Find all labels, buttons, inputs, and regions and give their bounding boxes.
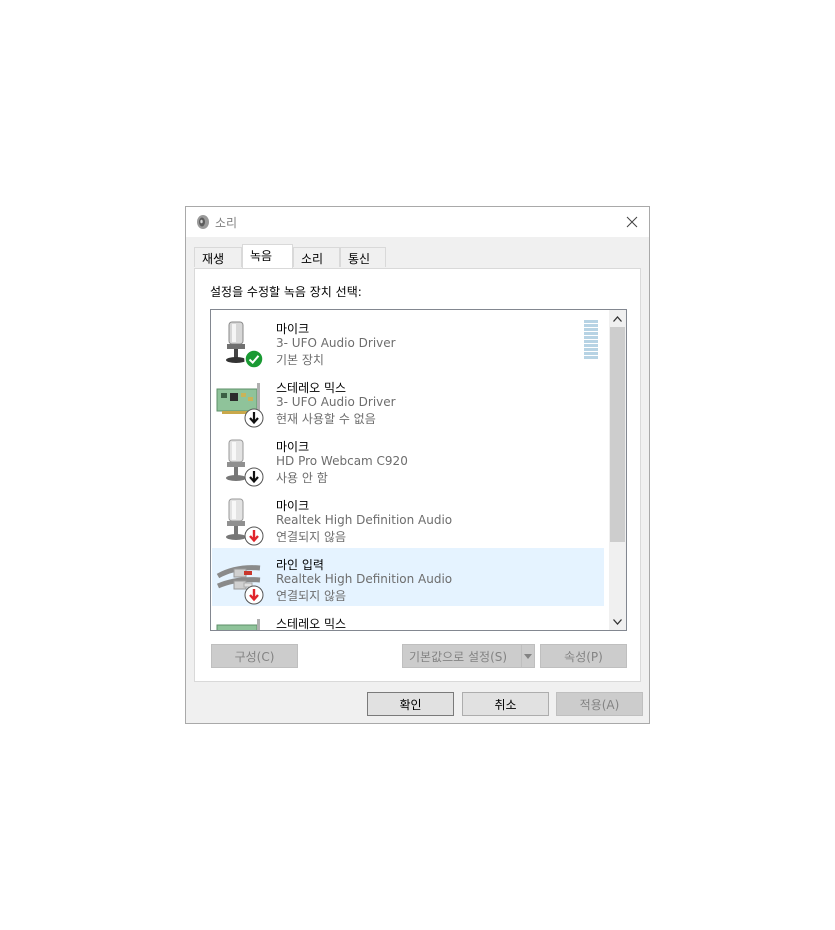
- chevron-up-icon: [613, 315, 622, 322]
- device-name: 스테레오 믹스: [276, 381, 347, 395]
- scroll-down-button[interactable]: [609, 613, 626, 630]
- device-name: 라인 입력: [276, 558, 324, 572]
- device-list[interactable]: 마이크 3- UFO Audio Driver 기본 장치 스테레오 믹스 3-…: [210, 309, 627, 631]
- list-item[interactable]: 마이크 Realtek High Definition Audio 연결되지 않…: [212, 489, 604, 547]
- device-status: 기본 장치: [276, 353, 324, 367]
- instruction-label: 설정을 수정할 녹음 장치 선택:: [210, 285, 362, 299]
- list-item[interactable]: 마이크 3- UFO Audio Driver 기본 장치: [212, 312, 604, 370]
- close-button[interactable]: [615, 207, 649, 237]
- recording-panel: 설정을 수정할 녹음 장치 선택: 마이크 3- UFO Audio Drive…: [194, 268, 641, 682]
- device-name: 마이크: [276, 322, 310, 336]
- device-driver: HD Pro Webcam C920: [276, 454, 408, 468]
- properties-button[interactable]: 속성(P): [540, 644, 627, 668]
- tab-communications[interactable]: 통신: [340, 247, 386, 267]
- device-status: 연결되지 않음: [276, 530, 347, 544]
- tab-playback[interactable]: 재생: [194, 247, 242, 267]
- device-status: 사용 안 함: [276, 471, 328, 485]
- configure-button[interactable]: 구성(C): [211, 644, 298, 668]
- close-icon: [626, 216, 638, 228]
- check-badge-icon: [244, 349, 264, 369]
- set-default-label: 기본값으로 설정(S): [409, 649, 508, 664]
- list-item[interactable]: 스테레오 믹스: [212, 607, 604, 631]
- list-item[interactable]: 마이크 HD Pro Webcam C920 사용 안 함: [212, 430, 604, 488]
- apply-button[interactable]: 적용(A): [556, 692, 643, 716]
- sound-card-icon: [216, 619, 260, 630]
- speaker-icon: [197, 215, 209, 229]
- list-item[interactable]: 스테레오 믹스 3- UFO Audio Driver 현재 사용할 수 없음: [212, 371, 604, 429]
- set-default-dropdown[interactable]: [521, 644, 535, 668]
- list-scrollbar[interactable]: [609, 310, 626, 630]
- sound-dialog: 소리 재생 녹음 소리 통신 설정을 수정할 녹음 장치 선택: 마이크 3- …: [185, 206, 650, 724]
- device-driver: 3- UFO Audio Driver: [276, 336, 396, 350]
- red-down-arrow-badge-icon: [244, 585, 264, 605]
- chevron-down-icon: [524, 653, 532, 659]
- device-driver: 3- UFO Audio Driver: [276, 395, 396, 409]
- device-name: 스테레오 믹스: [276, 617, 347, 631]
- ok-button[interactable]: 확인: [367, 692, 454, 716]
- title-bar[interactable]: 소리: [186, 207, 649, 237]
- level-meter: [584, 320, 598, 359]
- device-status: 연결되지 않음: [276, 589, 347, 603]
- cancel-button[interactable]: 취소: [462, 692, 549, 716]
- down-arrow-badge-icon: [244, 408, 264, 428]
- scroll-up-button[interactable]: [609, 310, 626, 327]
- list-item-selected[interactable]: 라인 입력 Realtek High Definition Audio 연결되지…: [212, 548, 604, 606]
- tab-recording[interactable]: 녹음: [242, 244, 293, 268]
- scroll-thumb[interactable]: [610, 327, 625, 542]
- chevron-down-icon: [613, 618, 622, 625]
- red-down-arrow-badge-icon: [244, 526, 264, 546]
- device-driver: Realtek High Definition Audio: [276, 513, 453, 527]
- device-status: 현재 사용할 수 없음: [276, 412, 376, 426]
- tab-sounds[interactable]: 소리: [293, 247, 340, 267]
- device-name: 마이크: [276, 440, 310, 454]
- set-default-button[interactable]: 기본값으로 설정(S): [402, 644, 522, 668]
- device-driver: Realtek High Definition Audio: [276, 572, 453, 586]
- down-arrow-badge-icon: [244, 467, 264, 487]
- window-title: 소리: [215, 216, 238, 230]
- device-name: 마이크: [276, 499, 310, 513]
